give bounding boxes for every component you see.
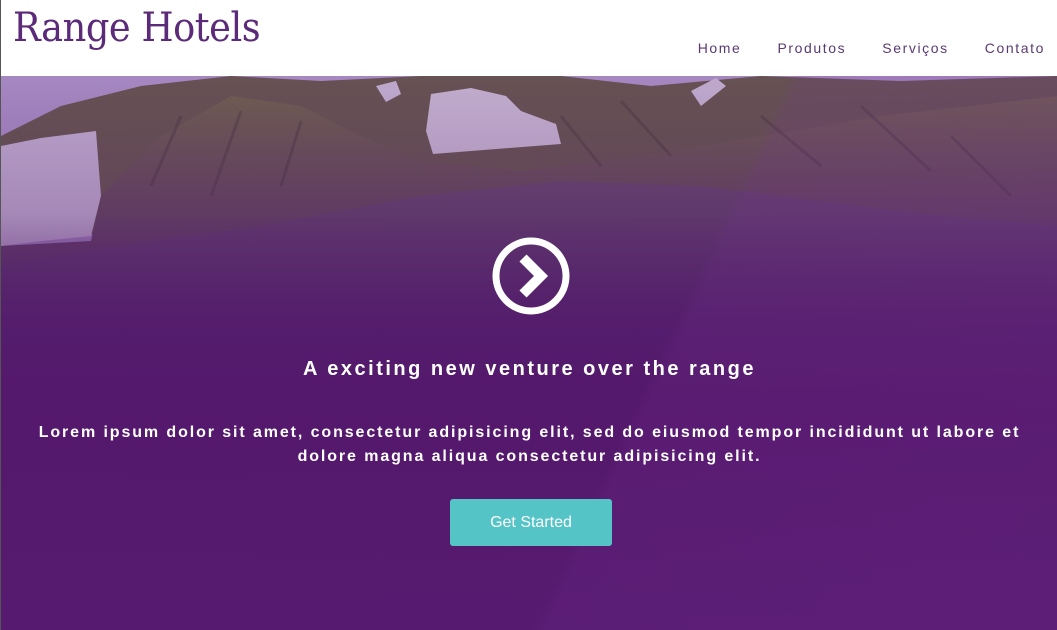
nav-item-servicos[interactable]: Serviços — [882, 40, 948, 56]
get-started-button[interactable]: Get Started — [450, 499, 612, 546]
hero-diagonal-shade — [1, 76, 1057, 630]
nav-item-home[interactable]: Home — [698, 40, 742, 56]
hero-headline: A exciting new venture over the range — [303, 358, 756, 380]
nav-item-contato[interactable]: Contato — [985, 40, 1045, 56]
main-nav: Home Produtos Serviços Contato — [698, 40, 1045, 56]
hero-section: A exciting new venture over the range Lo… — [0, 76, 1057, 630]
site-header: Range Hotels Home Produtos Serviços Cont… — [0, 0, 1057, 76]
hero-lead-text: Lorem ipsum dolor sit amet, consectetur … — [38, 424, 1021, 465]
brand-logo[interactable]: Range Hotels — [13, 4, 261, 52]
chevron-right-circle-icon — [492, 237, 570, 315]
nav-item-produtos[interactable]: Produtos — [777, 40, 846, 56]
